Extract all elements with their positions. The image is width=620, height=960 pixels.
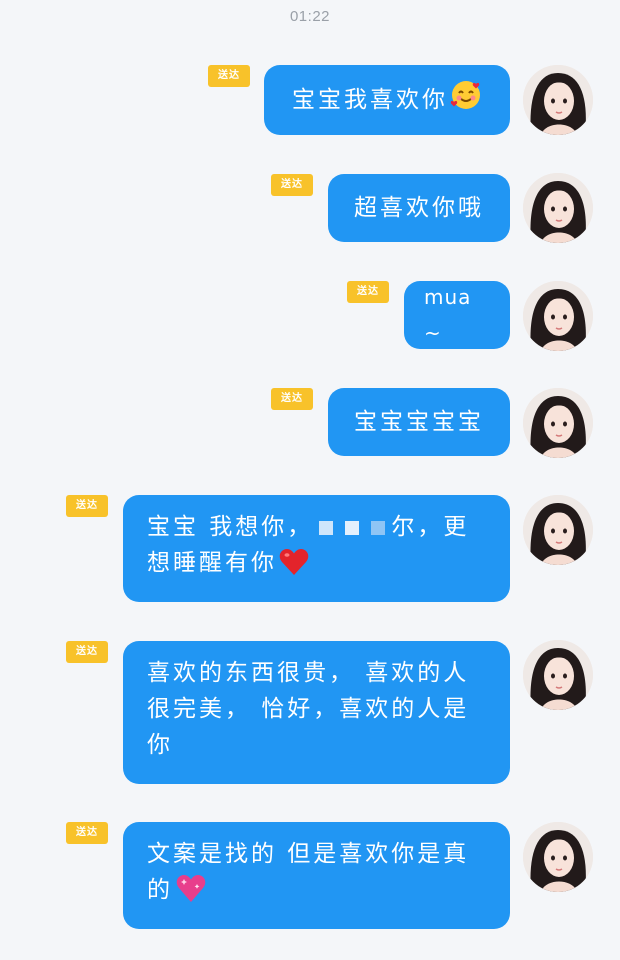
timestamp: 01:22 bbox=[289, 8, 331, 25]
delivered-badge: 送达 bbox=[271, 388, 313, 410]
avatar-portrait-image bbox=[523, 640, 593, 710]
delivered-badge: 送达 bbox=[347, 281, 389, 303]
message-text: 宝宝 我想你， bbox=[147, 514, 314, 540]
message-bubble[interactable]: 宝宝 我想你， 尔，更想睡醒有你 bbox=[123, 495, 510, 602]
smiling-face-with-hearts-emoji bbox=[450, 79, 482, 122]
red-heart-emoji bbox=[279, 548, 309, 587]
blurred-text-mosaic bbox=[371, 521, 386, 535]
message-text: 喜欢的东西很贵， 喜欢的人很完美， 恰好，喜欢的人是你 bbox=[147, 660, 470, 758]
avatar-portrait-image bbox=[523, 495, 593, 565]
avatar-portrait-image bbox=[523, 388, 593, 458]
message-text: mua ~ bbox=[424, 285, 472, 345]
delivered-badge: 送达 bbox=[271, 174, 313, 196]
avatar[interactable] bbox=[523, 65, 593, 135]
avatar[interactable] bbox=[523, 495, 593, 565]
sparkling-heart-emoji bbox=[175, 873, 207, 914]
avatar-portrait-image bbox=[523, 173, 593, 243]
avatar[interactable] bbox=[523, 281, 593, 351]
avatar-portrait-image bbox=[523, 281, 593, 351]
blurred-text-mosaic bbox=[345, 521, 360, 535]
message-bubble[interactable]: 宝宝宝宝宝 bbox=[328, 388, 510, 456]
avatar[interactable] bbox=[523, 173, 593, 243]
message-bubble[interactable]: mua ~ bbox=[404, 281, 510, 349]
message-bubble[interactable]: 文案是找的 但是喜欢你是真的 bbox=[123, 822, 510, 929]
avatar-portrait-image bbox=[523, 822, 593, 892]
avatar[interactable] bbox=[523, 640, 593, 710]
message-text: 宝宝宝宝宝 bbox=[354, 409, 484, 435]
delivered-badge: 送达 bbox=[66, 822, 108, 844]
message-bubble[interactable]: 超喜欢你哦 bbox=[328, 174, 510, 242]
blurred-text-mosaic bbox=[319, 521, 334, 535]
message-bubble[interactable]: 宝宝我喜欢你 bbox=[264, 65, 510, 135]
message-text: 超喜欢你哦 bbox=[354, 195, 484, 221]
delivered-badge: 送达 bbox=[66, 641, 108, 663]
message-text: 宝宝我喜欢你 bbox=[292, 87, 448, 113]
delivered-badge: 送达 bbox=[66, 495, 108, 517]
avatar-portrait-image bbox=[523, 65, 593, 135]
avatar[interactable] bbox=[523, 822, 593, 892]
delivered-badge: 送达 bbox=[208, 65, 250, 87]
message-bubble[interactable]: 喜欢的东西很贵， 喜欢的人很完美， 恰好，喜欢的人是你 bbox=[123, 641, 510, 784]
avatar[interactable] bbox=[523, 388, 593, 458]
